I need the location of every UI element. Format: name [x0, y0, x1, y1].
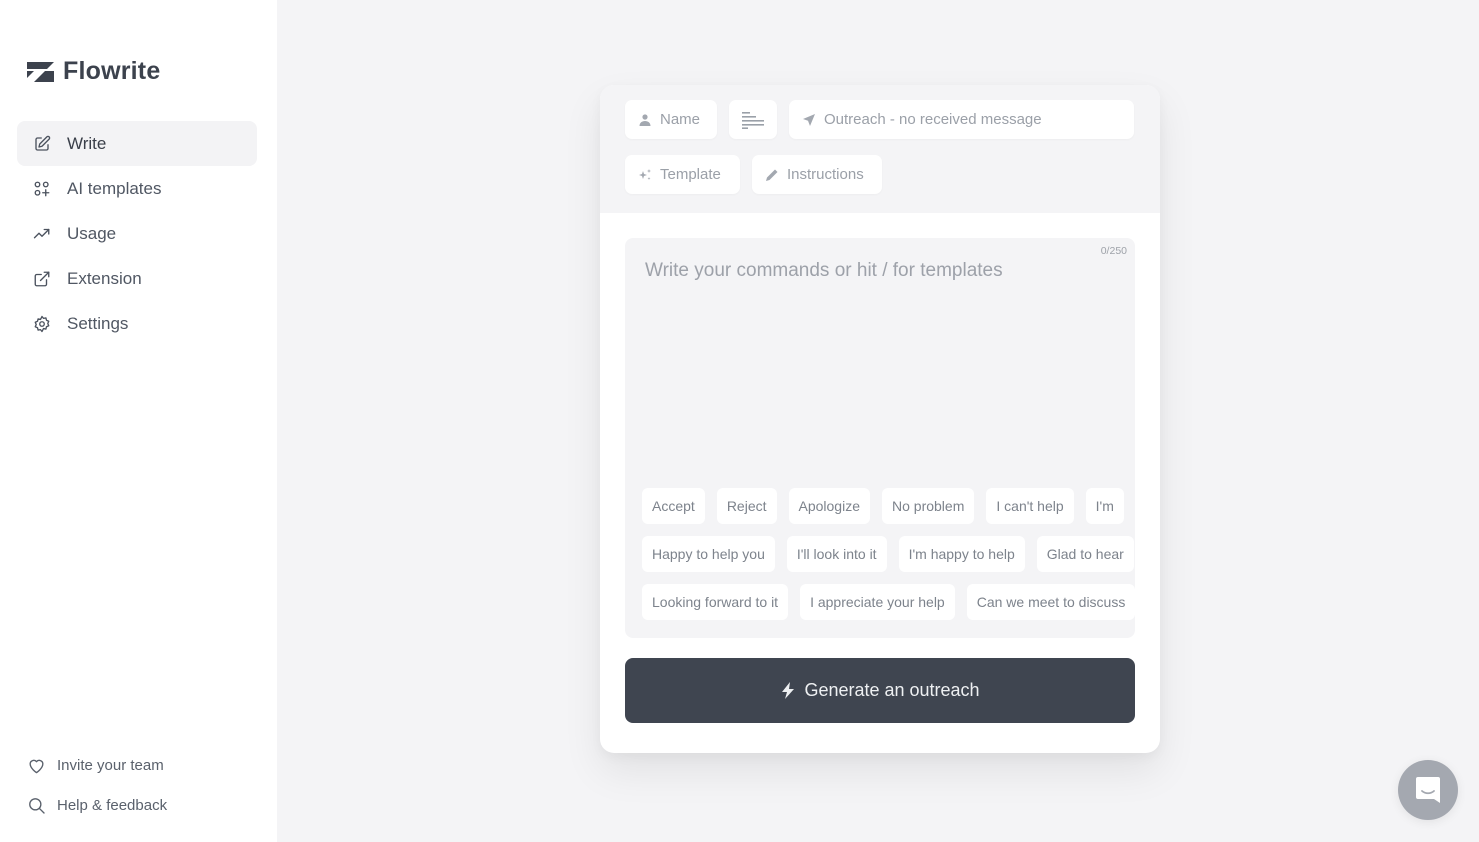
message-type-label: Outreach - no received message: [824, 111, 1042, 128]
sidebar-bottom-links: Invite your team Help & feedback: [27, 745, 167, 825]
lightning-icon: [782, 682, 795, 699]
heart-icon: [29, 759, 44, 773]
composer-card: Name Outreach - no received message Temp…: [600, 85, 1160, 753]
sidebar-item-label: Extension: [67, 268, 142, 288]
generate-button[interactable]: Generate an outreach: [625, 658, 1135, 723]
search-icon: [29, 797, 45, 814]
sidebar-item-write[interactable]: Write: [17, 121, 257, 166]
command-editor: 0/250 Accept Reject Apologize No problem…: [625, 238, 1135, 638]
external-link-icon: [33, 270, 51, 288]
templates-grid-icon: [33, 180, 51, 198]
command-input[interactable]: [625, 238, 1135, 478]
template-button[interactable]: Template: [625, 155, 740, 194]
sidebar-item-label: Usage: [67, 223, 117, 243]
composer-options: Name Outreach - no received message Temp…: [600, 85, 1160, 213]
sparkles-icon: [639, 168, 651, 180]
chip-accept[interactable]: Accept: [642, 488, 705, 524]
character-counter: 0/250: [1100, 245, 1127, 257]
chip-row: Looking forward to it I appreciate your …: [642, 584, 1135, 620]
message-type-select[interactable]: Outreach - no received message: [789, 100, 1134, 139]
help-feedback-link[interactable]: Help & feedback: [27, 785, 167, 825]
instructions-button[interactable]: Instructions: [752, 155, 882, 194]
chip-no-problem[interactable]: No problem: [882, 488, 975, 524]
chip-appreciate-help[interactable]: I appreciate your help: [800, 584, 955, 620]
chip-im-happy-to-help[interactable]: I'm happy to help: [898, 536, 1025, 572]
invite-team-link[interactable]: Invite your team: [27, 745, 167, 785]
instructions-label: Instructions: [787, 166, 864, 183]
send-arrow-icon: [803, 113, 815, 126]
length-button[interactable]: [729, 100, 777, 139]
chip-row: Accept Reject Apologize No problem I can…: [642, 488, 1135, 524]
person-icon: [639, 113, 651, 126]
name-button[interactable]: Name: [625, 100, 717, 139]
sidebar-item-label: Settings: [67, 313, 129, 333]
flowrite-logo-icon: [27, 61, 54, 82]
chip-im[interactable]: I'm: [1085, 488, 1124, 524]
sidebar-item-usage[interactable]: Usage: [17, 211, 257, 256]
chip-row: Happy to help you I'll look into it I'm …: [642, 536, 1135, 572]
pencil-icon: [766, 169, 778, 181]
sidebar-item-settings[interactable]: Settings: [17, 301, 257, 346]
chip-meet-to-discuss[interactable]: Can we meet to discuss: [966, 584, 1135, 620]
sidebar-item-extension[interactable]: Extension: [17, 256, 257, 301]
chip-reject[interactable]: Reject: [716, 488, 777, 524]
sidebar-item-label: AI templates: [67, 178, 162, 198]
invite-team-label: Invite your team: [57, 756, 164, 774]
quick-chips: Accept Reject Apologize No problem I can…: [642, 488, 1135, 632]
sidebar-item-label: Write: [67, 133, 107, 153]
trending-up-icon: [33, 225, 51, 243]
sidebar-item-ai-templates[interactable]: AI templates: [17, 166, 257, 211]
text-length-icon: [742, 111, 764, 129]
name-label: Name: [660, 111, 701, 128]
sidebar: Flowrite Write AI templates Usage Extens…: [0, 0, 277, 842]
chip-ill-look-into-it[interactable]: I'll look into it: [786, 536, 887, 572]
template-label: Template: [660, 166, 721, 183]
help-feedback-label: Help & feedback: [57, 796, 168, 814]
chip-glad-to-hear[interactable]: Glad to hear: [1036, 536, 1134, 572]
logo[interactable]: Flowrite: [27, 57, 160, 86]
chip-i-cant-help[interactable]: I can't help: [986, 488, 1074, 524]
gear-icon: [33, 315, 51, 333]
chip-apologize[interactable]: Apologize: [788, 488, 870, 524]
app-name: Flowrite: [63, 57, 161, 85]
generate-label: Generate an outreach: [804, 680, 980, 700]
chat-icon: [1416, 777, 1440, 803]
sidebar-nav: Write AI templates Usage Extension Setti…: [17, 121, 257, 346]
chip-looking-forward[interactable]: Looking forward to it: [642, 584, 789, 620]
chat-launcher-button[interactable]: [1398, 760, 1458, 820]
edit-icon: [33, 135, 51, 153]
chip-happy-to-help-you[interactable]: Happy to help you: [642, 536, 775, 572]
